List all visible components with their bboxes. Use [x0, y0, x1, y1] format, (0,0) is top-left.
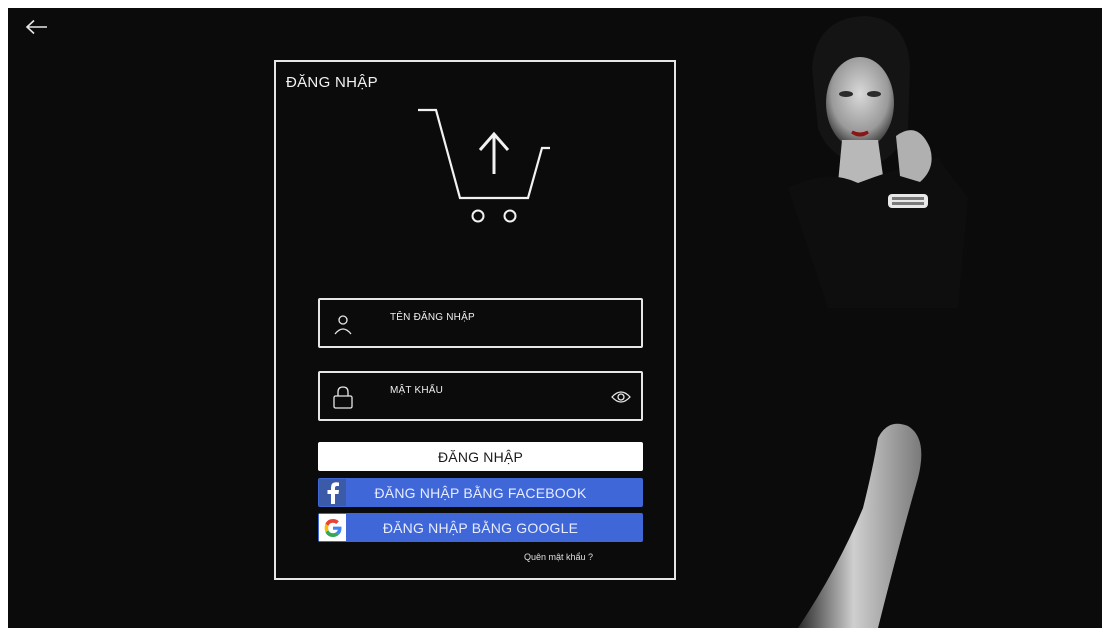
facebook-login-button[interactable]: ĐĂNG NHẬP BẰNG FACEBOOK: [318, 478, 643, 507]
username-input[interactable]: TÊN ĐĂNG NHẬP: [318, 298, 643, 348]
cart-upload-icon: [418, 108, 550, 223]
login-button[interactable]: ĐĂNG NHẬP: [318, 442, 643, 471]
login-screen: ĐĂNG NHẬP TÊN ĐĂNG NHẬP MẬT KHẨU ĐĂNG NH…: [8, 8, 1102, 628]
model-photo: [788, 16, 968, 628]
user-icon: [334, 315, 352, 335]
login-button-label: ĐĂNG NHẬP: [437, 448, 524, 465]
google-icon: [319, 514, 346, 541]
password-placeholder: MẬT KHẨU: [390, 385, 444, 396]
login-card: ĐĂNG NHẬP TÊN ĐĂNG NHẬP MẬT KHẨU ĐĂNG NH…: [274, 60, 676, 580]
password-input[interactable]: MẬT KHẨU: [318, 371, 643, 421]
username-placeholder: TÊN ĐĂNG NHẬP: [390, 312, 475, 323]
arrow-left-icon: [25, 19, 47, 35]
facebook-icon: [319, 479, 346, 506]
eye-icon[interactable]: [611, 389, 631, 405]
lock-icon: [333, 386, 353, 409]
back-button[interactable]: [22, 14, 52, 40]
forgot-password-link[interactable]: Quên mật khẩu ?: [524, 552, 593, 562]
google-button-label: ĐĂNG NHẬP BẰNG GOOGLE: [382, 519, 579, 536]
page-title: ĐĂNG NHẬP: [286, 74, 378, 91]
google-login-button[interactable]: ĐĂNG NHẬP BẰNG GOOGLE: [318, 513, 643, 542]
facebook-button-label: ĐĂNG NHẬP BẰNG FACEBOOK: [374, 484, 587, 501]
